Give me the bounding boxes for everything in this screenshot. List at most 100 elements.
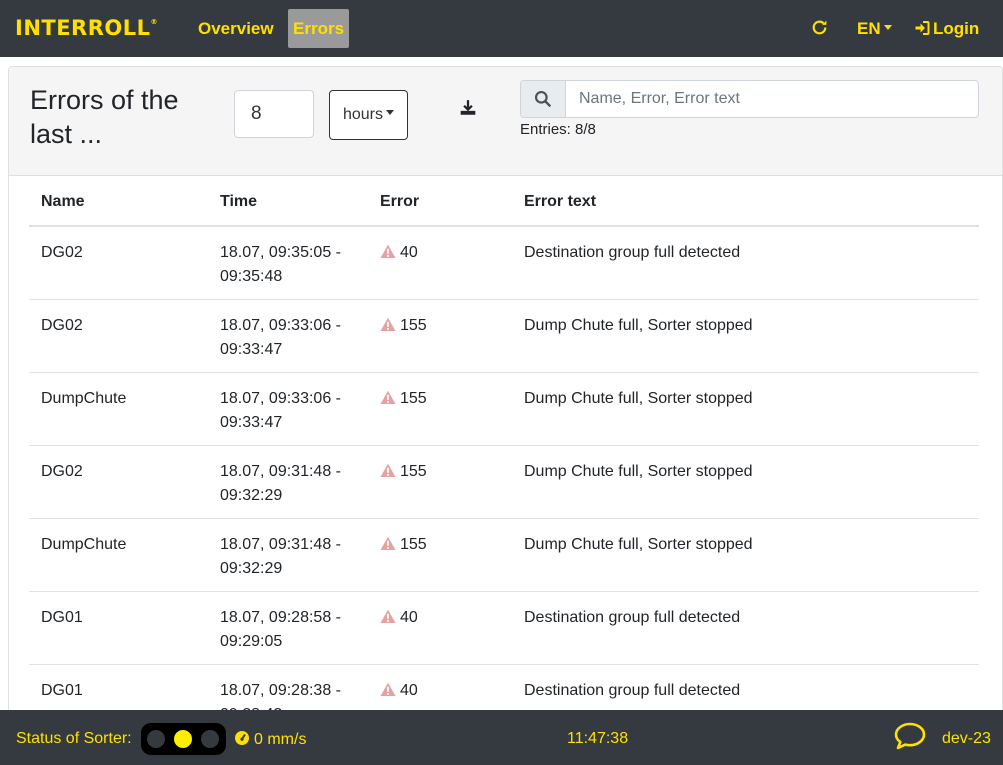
row-error: 155 [380,387,427,411]
brand-name: INTERROLL [15,16,151,40]
row-time: 18.07, 09:28:58 - 09:29:05 [220,606,360,654]
row-name: DG01 [41,682,83,699]
row-time: 18.07, 09:35:05 - 09:35:48 [220,241,360,289]
row-error-text: Dump Chute full, Sorter stopped [524,463,753,480]
row-error: 40 [380,606,418,630]
row-time-end: 09:32:29 [220,560,283,577]
page-title: Errors of the last ... [30,85,179,149]
traffic-light [141,723,226,755]
clock: 11:47:38 [567,730,629,747]
filter-header: Errors of the last ... hours Entries: 8/… [9,67,1002,176]
row-name: DumpChute [41,390,127,407]
warning-icon [380,609,396,623]
row-time-start: 18.07, 09:33:06 - [220,390,341,407]
search-icon [534,90,552,108]
row-time-start: 18.07, 09:35:05 - [220,244,341,261]
nav-errors[interactable]: Errors [288,9,350,48]
row-error-text: Dump Chute full, Sorter stopped [524,536,753,553]
search-addon [521,81,566,117]
errors-card: Errors of the last ... hours Entries: 8/… [8,66,1003,765]
row-time: 18.07, 09:31:48 - 09:32:29 [220,533,360,581]
row-error-code: 155 [400,390,427,407]
table-body: DG02 18.07, 09:35:05 - 09:35:48 40 Destinati… [29,227,979,738]
traffic-light-right [201,730,219,748]
row-error-text: Dump Chute full, Sorter stopped [524,390,753,407]
download-icon[interactable] [459,99,477,122]
row-time: 18.07, 09:31:48 - 09:32:29 [220,460,360,508]
row-name: DumpChute [41,536,127,553]
row-time-start: 18.07, 09:28:58 - [220,609,341,626]
row-error-code: 155 [400,536,427,553]
login-label: Login [933,19,980,38]
row-error-code: 155 [400,463,427,480]
warning-icon [380,244,396,258]
row-time-start: 18.07, 09:31:48 - [220,536,341,553]
column-header-time[interactable]: Time [220,193,360,211]
row-name: DG02 [41,463,83,480]
language-dropdown[interactable]: EN [857,19,892,39]
row-error: 155 [380,533,427,557]
chevron-down-icon [386,110,395,116]
column-header-name[interactable]: Name [41,193,85,211]
warning-icon [380,317,396,331]
table-row[interactable]: DG02 18.07, 09:33:06 - 09:33:47 155 Dump Chu… [29,300,979,373]
table-row[interactable]: DumpChute 18.07, 09:31:48 - 09:32:29 155 Dum… [29,519,979,592]
row-error-code: 155 [400,317,427,334]
chat-icon[interactable] [893,721,927,756]
refresh-icon[interactable] [811,19,828,41]
row-name: DG02 [41,317,83,334]
column-header-error[interactable]: Error [380,193,419,211]
row-error-text: Destination group full detected [524,609,741,626]
row-time-end: 09:29:05 [220,633,283,650]
errors-table: Name Time Error Error text DG02 18.07, 09… [29,177,979,738]
brand-registered-mark: ® [150,18,159,26]
column-header-error-text[interactable]: Error text [524,193,596,211]
table-row[interactable]: DG01 18.07, 09:28:58 - 09:29:05 40 Destinati… [29,592,979,665]
table-header-row: Name Time Error Error text [29,177,979,227]
time-unit-dropdown[interactable]: hours [329,90,408,140]
login-link[interactable]: Login [914,19,979,39]
row-time-start: 18.07, 09:31:48 - [220,463,341,480]
login-icon [915,21,930,35]
entries-count: Entries: 8/8 [520,121,596,138]
table-row[interactable]: DG02 18.07, 09:31:48 - 09:32:29 155 Dump Chu… [29,446,979,519]
warning-icon [380,463,396,477]
nav-overview[interactable]: Overview [198,19,274,39]
table-row[interactable]: DG02 18.07, 09:35:05 - 09:35:48 40 Destinati… [29,227,979,300]
traffic-light-middle-active [174,730,192,748]
chevron-down-icon [883,25,892,31]
row-time-end: 09:35:48 [220,268,283,285]
time-unit-label: hours [342,106,384,123]
sorter-status-label: Status of Sorter: [16,730,132,747]
row-error: 155 [380,460,427,484]
row-time-start: 18.07, 09:28:38 - [220,682,341,699]
brand-logo[interactable]: INTERROLL® [15,16,158,40]
row-error: 40 [380,679,418,703]
row-error-text: Destination group full detected [524,682,741,699]
hours-input[interactable] [234,90,314,138]
row-error-code: 40 [400,244,418,261]
row-time: 18.07, 09:33:06 - 09:33:47 [220,314,360,362]
sorter-speed: 0 mm/s [234,730,306,749]
speed-value: 0 mm/s [254,731,307,748]
warning-icon [380,682,396,696]
search-input[interactable] [566,81,978,117]
row-error-code: 40 [400,682,418,699]
warning-icon [380,390,396,404]
traffic-light-left [147,730,165,748]
row-error: 155 [380,314,427,338]
speedometer-icon [235,731,249,745]
row-time-start: 18.07, 09:33:06 - [220,317,341,334]
row-name: DG02 [41,244,83,261]
row-error-code: 40 [400,609,418,626]
search-group [520,80,979,118]
status-footer: Status of Sorter: 0 mm/s 11:47:38 dev-23 [0,710,1003,765]
device-name: dev-23 [942,730,991,747]
warning-icon [380,536,396,550]
table-row[interactable]: DumpChute 18.07, 09:33:06 - 09:33:47 155 Dum… [29,373,979,446]
language-label: EN [857,19,881,38]
row-time-end: 09:32:29 [220,487,283,504]
top-navbar: INTERROLL® Overview Errors EN Login [0,0,1003,57]
row-name: DG01 [41,609,83,626]
row-error: 40 [380,241,418,265]
